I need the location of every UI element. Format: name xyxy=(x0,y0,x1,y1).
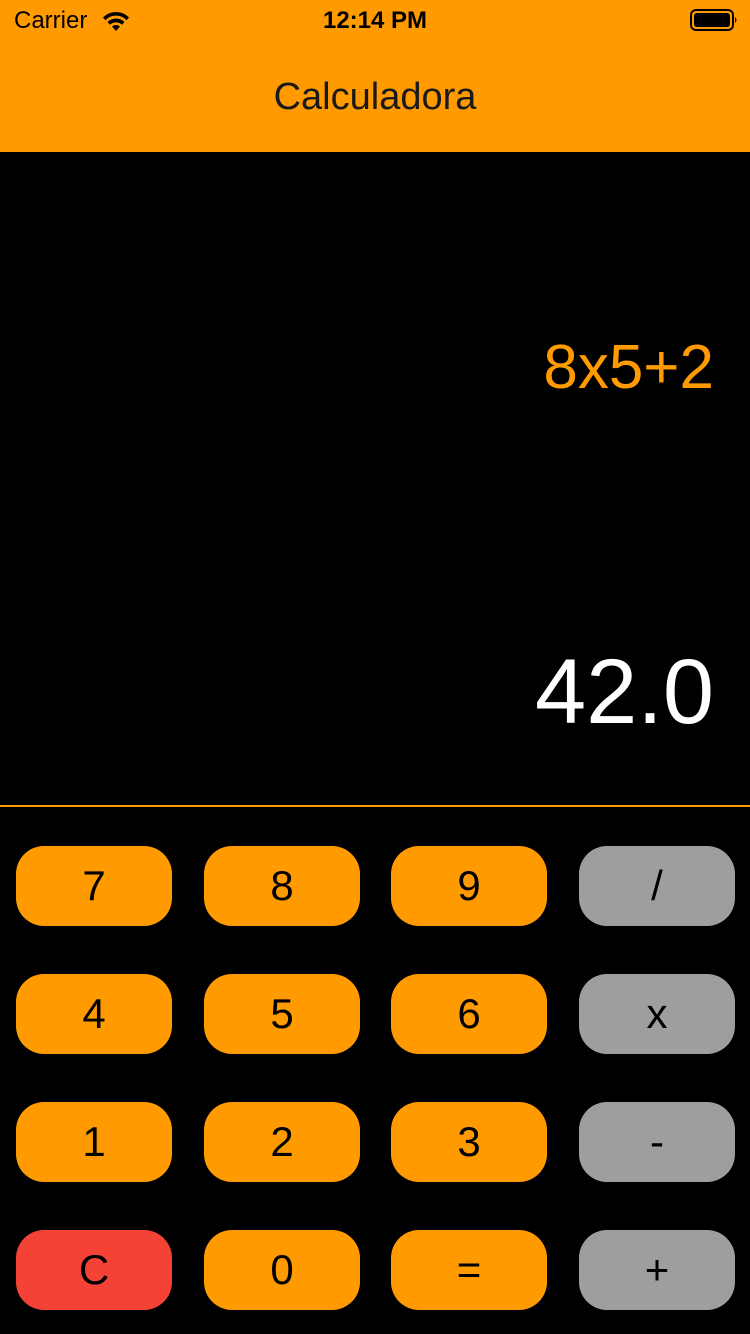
key-1-button[interactable]: 1 xyxy=(16,1102,172,1182)
keypad: 7 8 9 / 4 5 6 x 1 2 3 - C 0 = + xyxy=(0,807,750,1334)
key-8-button[interactable]: 8 xyxy=(204,846,360,926)
battery-icon xyxy=(690,9,737,31)
page-title: Calculadora xyxy=(273,76,477,118)
expression-text: 8x5+2 xyxy=(543,333,714,402)
calculator-screen: Carrier 12:14 PM Calculadora 8x5+2 42.0 … xyxy=(0,0,750,1334)
add-button[interactable]: + xyxy=(579,1230,735,1310)
key-9-button[interactable]: 9 xyxy=(391,846,547,926)
key-5-button[interactable]: 5 xyxy=(204,974,360,1054)
clear-button[interactable]: C xyxy=(16,1230,172,1310)
key-7-button[interactable]: 7 xyxy=(16,846,172,926)
result-text: 42.0 xyxy=(534,641,714,743)
multiply-button[interactable]: x xyxy=(579,974,735,1054)
equals-button[interactable]: = xyxy=(391,1230,547,1310)
key-6-button[interactable]: 6 xyxy=(391,974,547,1054)
header-bar: Carrier 12:14 PM Calculadora xyxy=(0,0,750,152)
key-4-button[interactable]: 4 xyxy=(16,974,172,1054)
key-3-button[interactable]: 3 xyxy=(391,1102,547,1182)
calculator-display: 8x5+2 42.0 xyxy=(0,152,750,805)
key-0-button[interactable]: 0 xyxy=(204,1230,360,1310)
key-2-button[interactable]: 2 xyxy=(204,1102,360,1182)
status-time: 12:14 PM xyxy=(322,7,428,34)
status-bar: Carrier 12:14 PM xyxy=(0,0,750,40)
divide-button[interactable]: / xyxy=(579,846,735,926)
subtract-button[interactable]: - xyxy=(579,1102,735,1182)
